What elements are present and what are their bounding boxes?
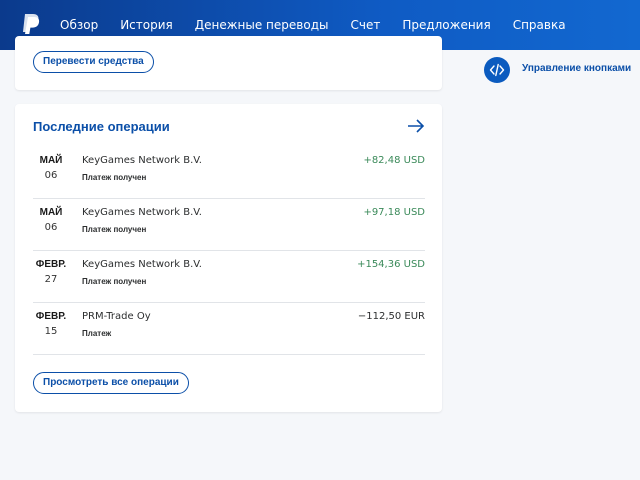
transaction-counterparty: KeyGames Network B.V.	[82, 259, 202, 270]
arrow-right-icon[interactable]	[407, 118, 425, 134]
transaction-status: Платеж получен	[82, 173, 147, 182]
transaction-counterparty: KeyGames Network B.V.	[82, 155, 202, 166]
transaction-month: ФЕВР.	[35, 259, 67, 270]
code-icon[interactable]	[484, 57, 510, 83]
nav-help[interactable]: Справка	[513, 0, 566, 50]
transaction-day: 06	[44, 170, 58, 181]
transaction-day: 15	[44, 326, 58, 337]
transaction-day: 27	[44, 274, 58, 285]
transaction-row[interactable]: МАЙ 06 KeyGames Network B.V. Платеж полу…	[33, 146, 425, 199]
view-all-operations-button[interactable]: Просмотреть все операции	[33, 372, 189, 394]
transfer-card: Перевести средства	[15, 36, 442, 90]
transfer-funds-button[interactable]: Перевести средства	[33, 51, 154, 73]
transaction-counterparty: PRM-Trade Oy	[82, 311, 151, 322]
transaction-status: Платеж	[82, 329, 112, 338]
transaction-month: ФЕВР.	[35, 311, 67, 322]
manage-buttons-link[interactable]: Управление кнопками	[522, 63, 631, 74]
transaction-row[interactable]: ФЕВР. 15 PRM-Trade Oy Платеж −112,50 EUR	[33, 302, 425, 355]
transaction-amount: +154,36 USD	[357, 259, 425, 270]
transaction-month: МАЙ	[39, 207, 63, 218]
transaction-month: МАЙ	[39, 155, 63, 166]
transaction-row[interactable]: ФЕВР. 27 KeyGames Network B.V. Платеж по…	[33, 250, 425, 303]
transaction-row[interactable]: МАЙ 06 KeyGames Network B.V. Платеж полу…	[33, 198, 425, 251]
transaction-status: Платеж получен	[82, 225, 147, 234]
recent-operations-card: Последние операции МАЙ 06 KeyGames Netwo…	[15, 104, 442, 412]
recent-operations-title: Последние операции	[33, 119, 170, 134]
transaction-status: Платеж получен	[82, 277, 147, 286]
transaction-counterparty: KeyGames Network B.V.	[82, 207, 202, 218]
transaction-amount: +97,18 USD	[363, 207, 425, 218]
transaction-day: 06	[44, 222, 58, 233]
transaction-amount: +82,48 USD	[363, 155, 425, 166]
paypal-logo-icon[interactable]	[19, 12, 41, 36]
transaction-amount: −112,50 EUR	[357, 311, 425, 322]
